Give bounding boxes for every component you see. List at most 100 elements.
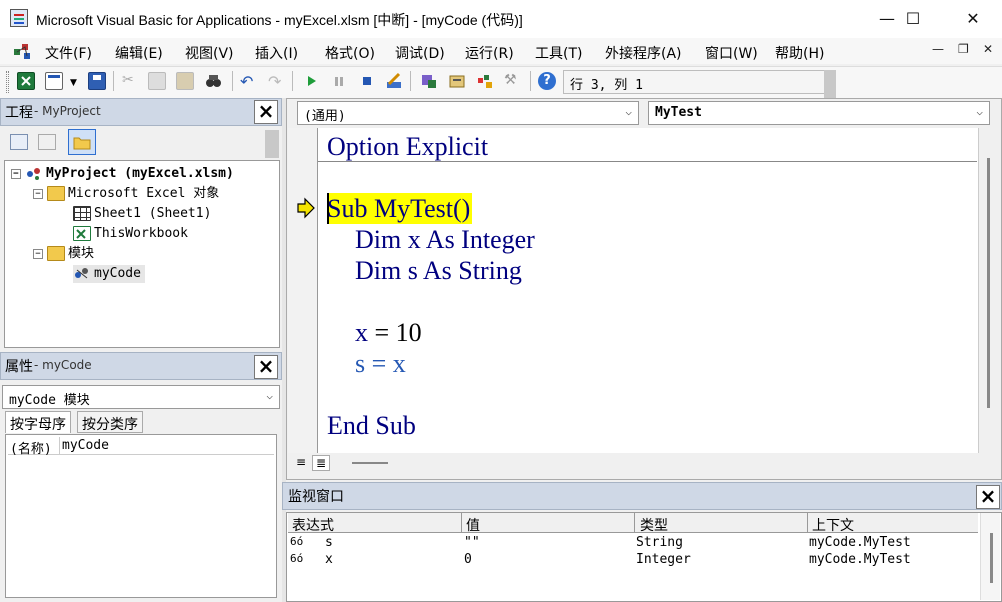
tree-item-excel-objects[interactable]: − Microsoft Excel 对象 <box>33 185 219 203</box>
watch-header-context[interactable]: 上下文 <box>812 515 854 535</box>
toggle-folders-button[interactable] <box>68 129 96 155</box>
menu-format[interactable]: 格式(O) <box>325 43 375 63</box>
object-dropdown[interactable]: (通用) ⌵ <box>297 101 639 125</box>
mdi-restore-button[interactable]: ❐ <box>958 42 969 56</box>
project-toolbar-overflow[interactable] <box>265 130 279 158</box>
property-value-name[interactable]: myCode <box>62 438 109 453</box>
find-icon[interactable] <box>204 72 222 90</box>
watch-row[interactable]: 6ó s "" String myCode.MyTest <box>290 535 978 552</box>
column-divider[interactable] <box>807 513 808 533</box>
tab-alphabetic[interactable]: 按字母序 <box>5 411 71 433</box>
help-icon[interactable]: ? <box>538 72 556 90</box>
code-line-option-explicit: Option Explicit <box>327 132 489 161</box>
run-icon[interactable] <box>302 72 320 90</box>
project-explorer-icon[interactable] <box>420 72 438 90</box>
watch-header-expression[interactable]: 表达式 <box>292 515 334 535</box>
object-dropdown-value: (通用) <box>304 109 346 124</box>
full-module-view-button[interactable]: ≣ <box>312 455 330 471</box>
properties-window-icon[interactable] <box>448 72 466 90</box>
tree-item-mycode[interactable]: myCode <box>73 265 145 283</box>
watch-context: myCode.MyTest <box>809 552 911 567</box>
toolbar-overflow[interactable] <box>824 70 836 98</box>
object-browser-icon[interactable] <box>476 72 494 90</box>
watch-value[interactable]: 0 <box>464 552 472 567</box>
toolbar-separator <box>530 71 531 91</box>
view-object-icon[interactable] <box>38 134 56 150</box>
mdi-close-button[interactable]: ✕ <box>983 42 993 56</box>
collapse-icon[interactable]: − <box>11 168 21 179</box>
menu-tools[interactable]: 工具(T) <box>535 43 582 63</box>
tree-label-excel-objects: Microsoft Excel 对象 <box>68 186 220 201</box>
mdi-minimize-button[interactable]: — <box>932 42 944 56</box>
vba-app-icon[interactable] <box>10 9 28 27</box>
properties-panel-title: 属性 <box>5 358 33 374</box>
menu-window[interactable]: 窗口(W) <box>705 43 758 63</box>
toolbar-grip[interactable] <box>6 71 9 93</box>
copy-icon[interactable] <box>148 72 166 90</box>
column-divider[interactable] <box>634 513 635 533</box>
insert-userform-icon[interactable] <box>45 72 63 90</box>
horizontal-scrollbar-thumb[interactable] <box>352 462 388 464</box>
watch-expr: s <box>325 535 333 550</box>
code-line-end-sub: End Sub <box>327 411 416 440</box>
paste-icon[interactable] <box>176 72 194 90</box>
menu-view[interactable]: 视图(V) <box>185 43 234 63</box>
project-panel-close-button[interactable]: × <box>254 100 278 124</box>
break-icon[interactable] <box>330 72 348 90</box>
tree-item-modules[interactable]: − 模块 <box>33 245 94 263</box>
tree-label-sheet1: Sheet1 (Sheet1) <box>94 206 212 221</box>
menu-edit[interactable]: 编辑(E) <box>115 43 163 63</box>
code-margin-indicator[interactable] <box>288 128 318 453</box>
toolbox-icon[interactable]: ⚒ <box>504 72 522 90</box>
menu-insert[interactable]: 插入(I) <box>255 43 298 63</box>
menu-file[interactable]: 文件(F) <box>45 43 92 63</box>
procedure-dropdown-value: MyTest <box>655 105 702 120</box>
tree-item-project[interactable]: − MyProject (myExcel.xlsm) <box>11 165 234 183</box>
menu-run[interactable]: 运行(R) <box>465 43 514 63</box>
maximize-button[interactable]: ☐ <box>890 0 936 38</box>
project-icon <box>25 166 43 181</box>
watch-vertical-scrollbar[interactable] <box>980 513 1000 600</box>
menu-addins[interactable]: 外接程序(A) <box>605 43 682 63</box>
column-divider[interactable] <box>461 513 462 533</box>
menu-debug[interactable]: 调试(D) <box>395 43 445 63</box>
folder-icon <box>73 137 91 150</box>
collapse-icon[interactable]: − <box>33 188 43 199</box>
watch-value[interactable]: "" <box>464 535 480 550</box>
tree-item-thisworkbook[interactable]: ThisWorkbook <box>73 225 188 243</box>
project-tree[interactable]: − MyProject (myExcel.xlsm) − Microsoft Exc… <box>4 160 280 348</box>
scrollbar-thumb[interactable] <box>987 158 990 408</box>
view-code-icon[interactable] <box>10 134 28 150</box>
code-editor[interactable] <box>288 128 978 453</box>
procedure-dropdown[interactable]: MyTest ⌵ <box>648 101 990 125</box>
mdi-app-icon[interactable] <box>12 41 34 61</box>
cursor-position: 行 3, 列 1 <box>563 70 825 94</box>
redo-icon[interactable]: ↷ <box>268 72 286 91</box>
tab-categorized[interactable]: 按分类序 <box>77 411 143 433</box>
undo-icon[interactable]: ↶ <box>240 72 258 91</box>
properties-object-select[interactable]: myCode 模块 ⌵ <box>2 385 280 409</box>
save-icon[interactable] <box>88 72 106 90</box>
menu-help[interactable]: 帮助(H) <box>775 43 824 63</box>
property-row-name[interactable]: (名称) myCode <box>8 437 274 457</box>
code-vertical-scrollbar[interactable] <box>978 128 996 453</box>
procedure-view-button[interactable]: ≡ <box>292 455 310 471</box>
close-button[interactable]: ✕ <box>950 0 996 38</box>
toolbar-separator <box>292 71 293 91</box>
watch-row[interactable]: 6ó x 0 Integer myCode.MyTest <box>290 552 978 569</box>
scrollbar-thumb[interactable] <box>990 533 993 583</box>
watch-panel-close-button[interactable]: × <box>976 485 1000 509</box>
watch-header-value[interactable]: 值 <box>466 515 480 535</box>
collapse-icon[interactable]: − <box>33 248 43 259</box>
chevron-down-icon[interactable]: ▼ <box>70 78 77 88</box>
watch-header-type[interactable]: 类型 <box>640 515 668 535</box>
cut-icon[interactable]: ✂ <box>122 72 140 90</box>
properties-grid[interactable]: (名称) myCode <box>5 434 277 598</box>
design-mode-icon[interactable] <box>385 72 403 90</box>
tree-label-modules: 模块 <box>68 246 95 261</box>
reset-icon[interactable] <box>358 72 376 90</box>
properties-panel-close-button[interactable]: × <box>254 355 278 379</box>
excel-icon[interactable] <box>17 72 35 90</box>
watch-panel-header: 监视窗口 <box>282 482 1002 510</box>
tree-item-sheet1[interactable]: Sheet1 (Sheet1) <box>73 205 211 223</box>
